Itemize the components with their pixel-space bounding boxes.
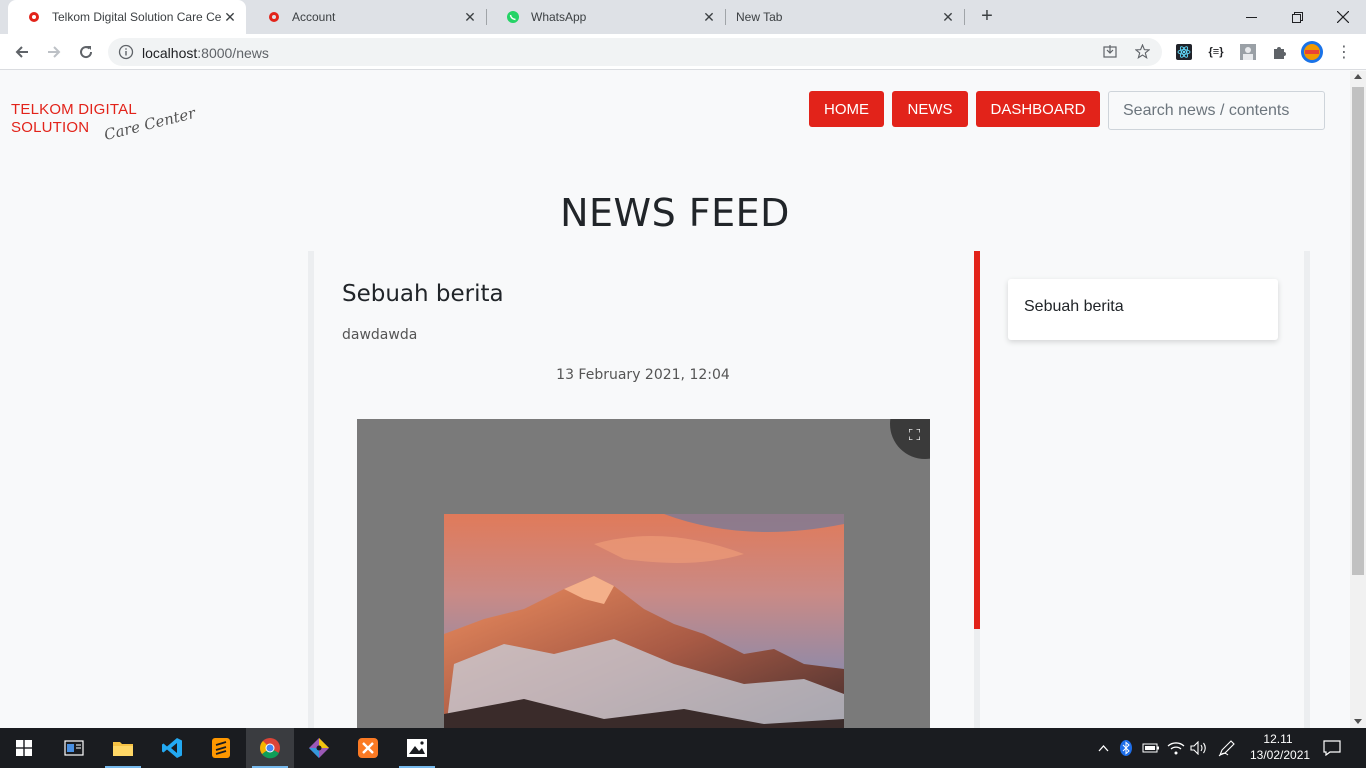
volume-icon[interactable] bbox=[1189, 738, 1209, 758]
clock-time: 12.11 bbox=[1263, 732, 1293, 746]
fullscreen-icon[interactable] bbox=[909, 429, 920, 440]
close-icon[interactable]: ✕ bbox=[940, 9, 956, 25]
reload-icon bbox=[80, 46, 93, 59]
tab-telkom[interactable]: Telkom Digital Solution Care Cen ✕ bbox=[8, 0, 246, 34]
scrollbar-thumb[interactable] bbox=[1352, 87, 1364, 575]
tab-title: WhatsApp bbox=[531, 10, 587, 24]
divider-lower bbox=[974, 629, 980, 728]
clock-date: 13/02/2021 bbox=[1250, 748, 1311, 762]
reload-button[interactable] bbox=[72, 38, 100, 66]
sublime-icon bbox=[212, 738, 230, 758]
tab-title: Account bbox=[292, 10, 336, 24]
chrome-icon bbox=[260, 738, 280, 759]
news-feed-container: Sebuah berita dawdawda 13 February 2021,… bbox=[308, 251, 1312, 728]
vscode-button[interactable] bbox=[148, 728, 196, 768]
window-close-button[interactable] bbox=[1320, 0, 1366, 34]
news-title: Sebuah berita bbox=[342, 281, 504, 307]
arrow-left-icon bbox=[15, 46, 28, 58]
sublime-button[interactable] bbox=[197, 728, 245, 768]
menu-kebab-icon[interactable]: ⋮ bbox=[1334, 42, 1354, 62]
windows-start-icon bbox=[16, 740, 32, 756]
bluetooth-icon[interactable] bbox=[1116, 738, 1136, 758]
sidebar-item-label: Sebuah berita bbox=[1024, 298, 1124, 315]
close-icon bbox=[1337, 11, 1349, 23]
news-body: dawdawda bbox=[342, 327, 418, 343]
photos-button[interactable] bbox=[393, 728, 441, 768]
file-explorer-button[interactable] bbox=[99, 728, 147, 768]
tab-new-tab[interactable]: New Tab ✕ bbox=[726, 0, 964, 34]
whatsapp-icon bbox=[505, 9, 521, 25]
left-divider bbox=[308, 251, 314, 728]
logo-line-2: SOLUTION bbox=[11, 119, 90, 136]
site-logo[interactable]: TELKOM DIGITAL SOLUTION Care Center bbox=[11, 99, 201, 144]
close-icon[interactable]: ✕ bbox=[222, 9, 238, 25]
avatar[interactable] bbox=[1300, 40, 1324, 64]
show-hidden-icons-chevron-up-icon[interactable] bbox=[1093, 738, 1113, 758]
back-button[interactable] bbox=[8, 38, 36, 66]
browser-tab-strip: Telkom Digital Solution Care Cen ✕ Accou… bbox=[0, 0, 1366, 34]
right-divider bbox=[1304, 251, 1310, 728]
close-icon[interactable]: ✕ bbox=[701, 9, 717, 25]
profile-extension-icon[interactable] bbox=[1238, 42, 1258, 62]
page-title: NEWS FEED bbox=[560, 191, 790, 235]
tab-title: Telkom Digital Solution Care Cen bbox=[52, 10, 222, 24]
photos-icon bbox=[407, 739, 427, 757]
forward-button[interactable] bbox=[40, 38, 68, 66]
action-center-icon[interactable] bbox=[1322, 738, 1342, 758]
restore-button[interactable] bbox=[1274, 0, 1320, 34]
system-clock[interactable]: 12.11 13/02/2021 bbox=[1250, 731, 1311, 763]
page-viewport: TELKOM DIGITAL SOLUTION Care Center HOME… bbox=[0, 71, 1350, 728]
pen-ink-workspace-icon[interactable] bbox=[1217, 738, 1237, 758]
nav-dashboard-button[interactable]: DASHBOARD bbox=[976, 91, 1100, 127]
install-app-icon[interactable] bbox=[1102, 44, 1118, 60]
arrow-right-icon bbox=[48, 46, 61, 58]
minimize-button[interactable] bbox=[1228, 0, 1274, 34]
json-viewer-icon[interactable]: {≡} bbox=[1206, 42, 1226, 62]
vscode-icon bbox=[162, 738, 182, 758]
tab-title: New Tab bbox=[736, 10, 783, 24]
close-icon[interactable]: ✕ bbox=[462, 9, 478, 25]
accent-divider bbox=[974, 251, 980, 629]
windows-taskbar: 12.11 13/02/2021 bbox=[0, 728, 1366, 768]
news-date: 13 February 2021, 12:04 bbox=[556, 367, 730, 383]
nav-news-button[interactable]: NEWS bbox=[892, 91, 968, 127]
browser-toolbar: localhost:8000/news {≡} ⋮ bbox=[0, 34, 1366, 70]
scroll-down-icon[interactable] bbox=[1354, 719, 1362, 724]
chrome-button[interactable] bbox=[246, 728, 294, 768]
tab-whatsapp[interactable]: WhatsApp ✕ bbox=[487, 0, 725, 34]
telkom-favicon-icon bbox=[26, 9, 42, 25]
xampp-button[interactable] bbox=[344, 728, 392, 768]
extensions-puzzle-icon[interactable] bbox=[1270, 42, 1290, 62]
url-host: localhost bbox=[142, 45, 198, 61]
tab-separator bbox=[964, 9, 965, 25]
task-view-icon bbox=[64, 740, 84, 756]
git-icon bbox=[309, 738, 329, 758]
search-input[interactable]: Search news / contents bbox=[1108, 91, 1325, 130]
react-devtools-icon[interactable] bbox=[1174, 42, 1194, 62]
sidebar-news-item[interactable]: Sebuah berita bbox=[1008, 279, 1278, 340]
tab-account[interactable]: Account ✕ bbox=[248, 0, 486, 34]
nav-home-button[interactable]: HOME bbox=[809, 91, 884, 127]
address-bar[interactable]: localhost:8000/news bbox=[108, 38, 1162, 66]
battery-icon[interactable] bbox=[1141, 738, 1161, 758]
wifi-icon[interactable] bbox=[1166, 738, 1186, 758]
scroll-up-icon[interactable] bbox=[1354, 74, 1362, 79]
telkom-favicon-icon bbox=[266, 9, 282, 25]
news-media-viewer bbox=[357, 419, 930, 728]
new-tab-button[interactable]: + bbox=[976, 6, 998, 28]
task-view-button[interactable] bbox=[50, 728, 98, 768]
url-path: :8000/news bbox=[197, 45, 269, 61]
bookmark-star-icon[interactable] bbox=[1133, 43, 1151, 60]
restore-icon bbox=[1291, 11, 1303, 23]
git-client-button[interactable] bbox=[295, 728, 343, 768]
xampp-icon bbox=[358, 738, 378, 758]
url-text: localhost:8000/news bbox=[142, 45, 269, 61]
start-button[interactable] bbox=[0, 728, 48, 768]
folder-icon bbox=[113, 742, 133, 756]
news-image bbox=[444, 514, 844, 728]
minimize-icon bbox=[1245, 16, 1257, 18]
info-icon[interactable] bbox=[118, 44, 134, 60]
logo-line-1: TELKOM DIGITAL bbox=[11, 101, 137, 118]
page-scrollbar[interactable] bbox=[1350, 71, 1366, 728]
